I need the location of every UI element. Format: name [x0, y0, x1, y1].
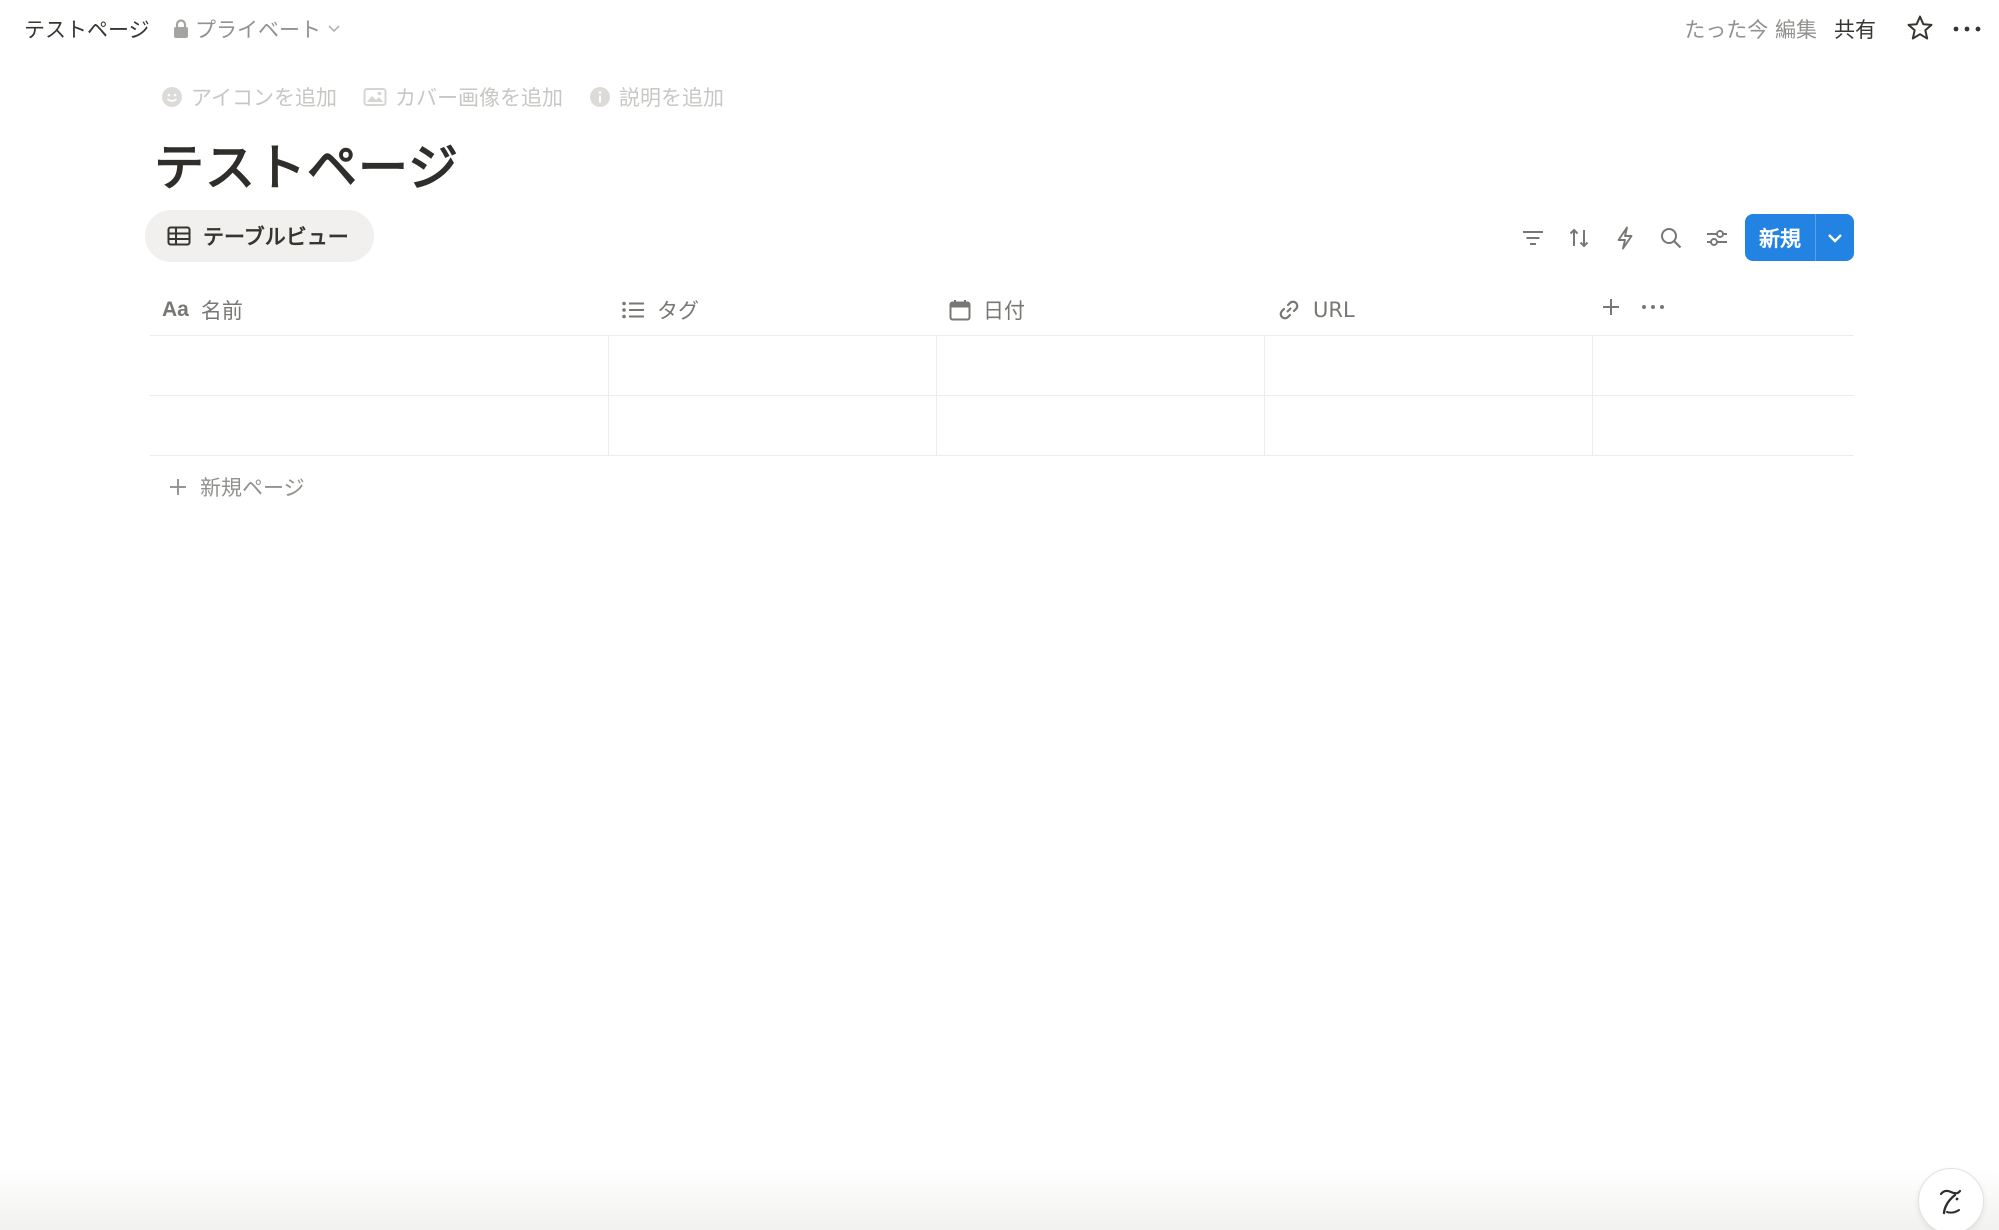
more-options-icon[interactable] — [1952, 14, 1982, 46]
column-label: 日付 — [983, 298, 1025, 323]
favorite-star-icon[interactable] — [1906, 14, 1934, 46]
settings-sliders-icon[interactable] — [1694, 214, 1740, 262]
column-label: タグ — [657, 298, 699, 323]
help-assistant-button[interactable] — [1918, 1168, 1984, 1230]
cell-url[interactable] — [1265, 336, 1593, 396]
share-button[interactable]: 共有 — [1834, 14, 1876, 44]
column-label: 名前 — [200, 298, 243, 323]
cell-url[interactable] — [1265, 396, 1593, 456]
page-title[interactable]: テストページ — [154, 128, 459, 200]
cell-extra — [1593, 336, 1854, 396]
add-description-button[interactable]: 説明を追加 — [589, 82, 724, 112]
view-toolbar — [1510, 214, 1740, 262]
new-template-dropdown[interactable] — [1816, 214, 1854, 261]
cell-date[interactable] — [937, 396, 1265, 456]
column-header-name[interactable]: Aa 名前 — [150, 283, 609, 336]
assistant-face-icon — [1939, 1189, 1962, 1215]
database-table: Aa 名前 タグ 日付 URL — [150, 283, 1854, 456]
sort-icon[interactable] — [1556, 214, 1602, 262]
add-icon-label: アイコンを追加 — [191, 86, 337, 110]
view-tab-label: テーブルビュー — [203, 225, 349, 249]
add-new-page-button[interactable]: 新規ページ — [168, 472, 305, 502]
calendar-icon — [949, 299, 971, 320]
add-property-icon[interactable] — [1597, 293, 1625, 325]
chevron-down-icon — [1828, 233, 1842, 243]
column-header-date[interactable]: 日付 — [937, 283, 1265, 336]
cell-extra — [1593, 396, 1854, 456]
view-tab-table[interactable]: テーブルビュー — [145, 210, 374, 262]
cell-name[interactable] — [150, 396, 609, 456]
cell-name[interactable] — [150, 336, 609, 396]
table-icon — [167, 226, 191, 246]
add-cover-button[interactable]: カバー画像を追加 — [363, 82, 563, 112]
bottom-fade — [0, 1170, 1999, 1230]
last-edited-label: たった今 編集 — [1684, 18, 1817, 42]
plus-icon — [170, 479, 186, 495]
cell-tag[interactable] — [609, 336, 937, 396]
more-options-icon[interactable] — [1639, 293, 1667, 325]
breadcrumb-page-title[interactable]: テストページ — [24, 14, 150, 44]
add-icon-button[interactable]: アイコンを追加 — [161, 82, 337, 112]
info-icon — [589, 87, 610, 107]
new-page-label: 新規ページ — [200, 476, 305, 500]
list-icon — [622, 301, 644, 318]
topbar: テストページ プライベート たった今 編集 共有 — [0, 0, 1999, 58]
column-header-url[interactable]: URL — [1265, 283, 1593, 336]
filter-icon[interactable] — [1510, 214, 1556, 262]
image-icon — [363, 88, 387, 106]
page-header-actions: アイコンを追加 カバー画像を追加 説明を追加 — [161, 82, 724, 112]
column-header-tag[interactable]: タグ — [609, 283, 937, 336]
table-row[interactable] — [150, 396, 1854, 456]
column-actions — [1593, 283, 1854, 335]
table-header: Aa 名前 タグ 日付 URL — [150, 283, 1854, 336]
link-icon — [1279, 300, 1299, 319]
privacy-label: プライベート — [195, 18, 321, 42]
cell-date[interactable] — [937, 336, 1265, 396]
search-icon[interactable] — [1648, 214, 1694, 262]
new-item-button[interactable]: 新規 — [1745, 214, 1815, 261]
text-type-icon: Aa — [162, 297, 189, 321]
privacy-selector[interactable]: プライベート — [173, 14, 341, 44]
table-row[interactable] — [150, 336, 1854, 396]
column-label: URL — [1313, 297, 1355, 322]
add-cover-label: カバー画像を追加 — [394, 86, 563, 110]
new-item-button-group: 新規 — [1745, 214, 1854, 261]
smiley-icon — [162, 87, 182, 107]
lock-icon — [173, 19, 189, 39]
automation-bolt-icon[interactable] — [1602, 214, 1648, 262]
add-description-label: 説明を追加 — [618, 86, 724, 110]
chevron-down-icon — [327, 24, 341, 34]
cell-tag[interactable] — [609, 396, 937, 456]
